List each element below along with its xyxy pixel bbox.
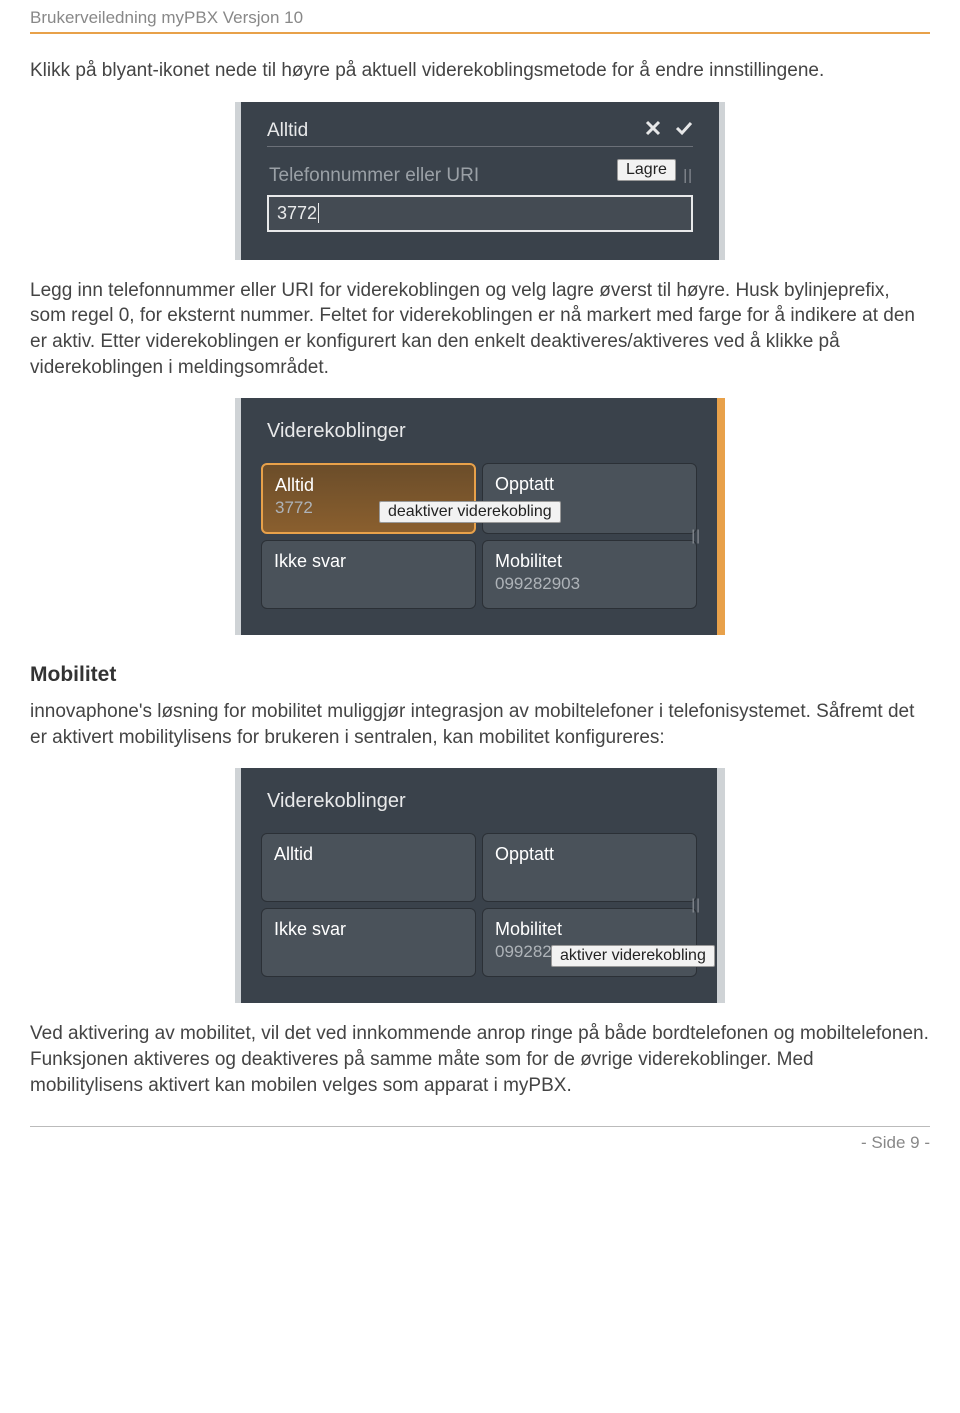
tile-alltid[interactable]: Alltid xyxy=(261,833,476,902)
panel-title: Viderekoblinger xyxy=(261,420,697,443)
tile-label: Ikke svar xyxy=(274,551,463,572)
heading-mobilitet: Mobilitet xyxy=(30,663,930,687)
activate-tooltip: aktiver viderekobling xyxy=(551,945,715,967)
tile-label: Alltid xyxy=(275,475,462,496)
tile-opptatt[interactable]: Opptatt xyxy=(482,463,697,534)
paragraph-intro: Klikk på blyant-ikonet nede til høyre på… xyxy=(30,58,930,84)
paragraph-3: innovaphone's løsning for mobilitet muli… xyxy=(30,699,930,750)
drag-handle-icon[interactable]: || xyxy=(683,167,693,184)
tile-ikkesvar[interactable]: Ikke svar xyxy=(261,908,476,977)
cancel-icon[interactable] xyxy=(645,120,661,141)
tile-label: Mobilitet xyxy=(495,551,684,572)
page-footer: - Side 9 - xyxy=(30,1127,930,1153)
tile-label: Ikke svar xyxy=(274,919,463,940)
number-input-value: 3772 xyxy=(277,203,319,223)
tile-alltid[interactable]: Alltid 3772 xyxy=(261,463,476,534)
tile-label: Opptatt xyxy=(495,844,684,865)
header-divider xyxy=(30,32,930,34)
tile-mobilitet[interactable]: Mobilitet 099282903 xyxy=(482,908,697,977)
tile-value: 099282903 xyxy=(495,574,684,594)
tile-label: Alltid xyxy=(274,844,463,865)
screenshot-viderekoblinger-mobilitet: Viderekoblinger Alltid Opptatt Ikke svar… xyxy=(235,768,725,1003)
confirm-icon[interactable] xyxy=(675,120,693,141)
screenshot-viderekoblinger-active: Viderekoblinger Alltid 3772 Opptatt Ikke… xyxy=(235,398,725,635)
drag-handle-icon[interactable]: || xyxy=(691,528,701,545)
save-tooltip: Lagre xyxy=(617,159,676,181)
tile-mobilitet[interactable]: Mobilitet 099282903 xyxy=(482,540,697,609)
paragraph-4: Ved aktivering av mobilitet, vil det ved… xyxy=(30,1021,930,1098)
uri-placeholder: Telefonnummer eller URI xyxy=(269,165,479,187)
edit-title: Alltid xyxy=(267,120,308,142)
tile-label: Opptatt xyxy=(495,474,684,495)
number-input[interactable]: 3772 xyxy=(267,195,693,232)
tile-ikkesvar[interactable]: Ikke svar xyxy=(261,540,476,609)
drag-handle-icon[interactable]: || xyxy=(691,897,701,914)
screenshot-edit-panel: Alltid Lagre Telefonnummer eller URI || … xyxy=(235,102,725,260)
tile-opptatt[interactable]: Opptatt xyxy=(482,833,697,902)
document-header: Brukerveiledning myPBX Versjon 10 xyxy=(30,0,930,32)
deactivate-tooltip: deaktiver viderekobling xyxy=(379,501,561,523)
panel-title: Viderekoblinger xyxy=(261,790,697,813)
tile-label: Mobilitet xyxy=(495,919,684,940)
paragraph-2: Legg inn telefonnummer eller URI for vid… xyxy=(30,278,930,381)
